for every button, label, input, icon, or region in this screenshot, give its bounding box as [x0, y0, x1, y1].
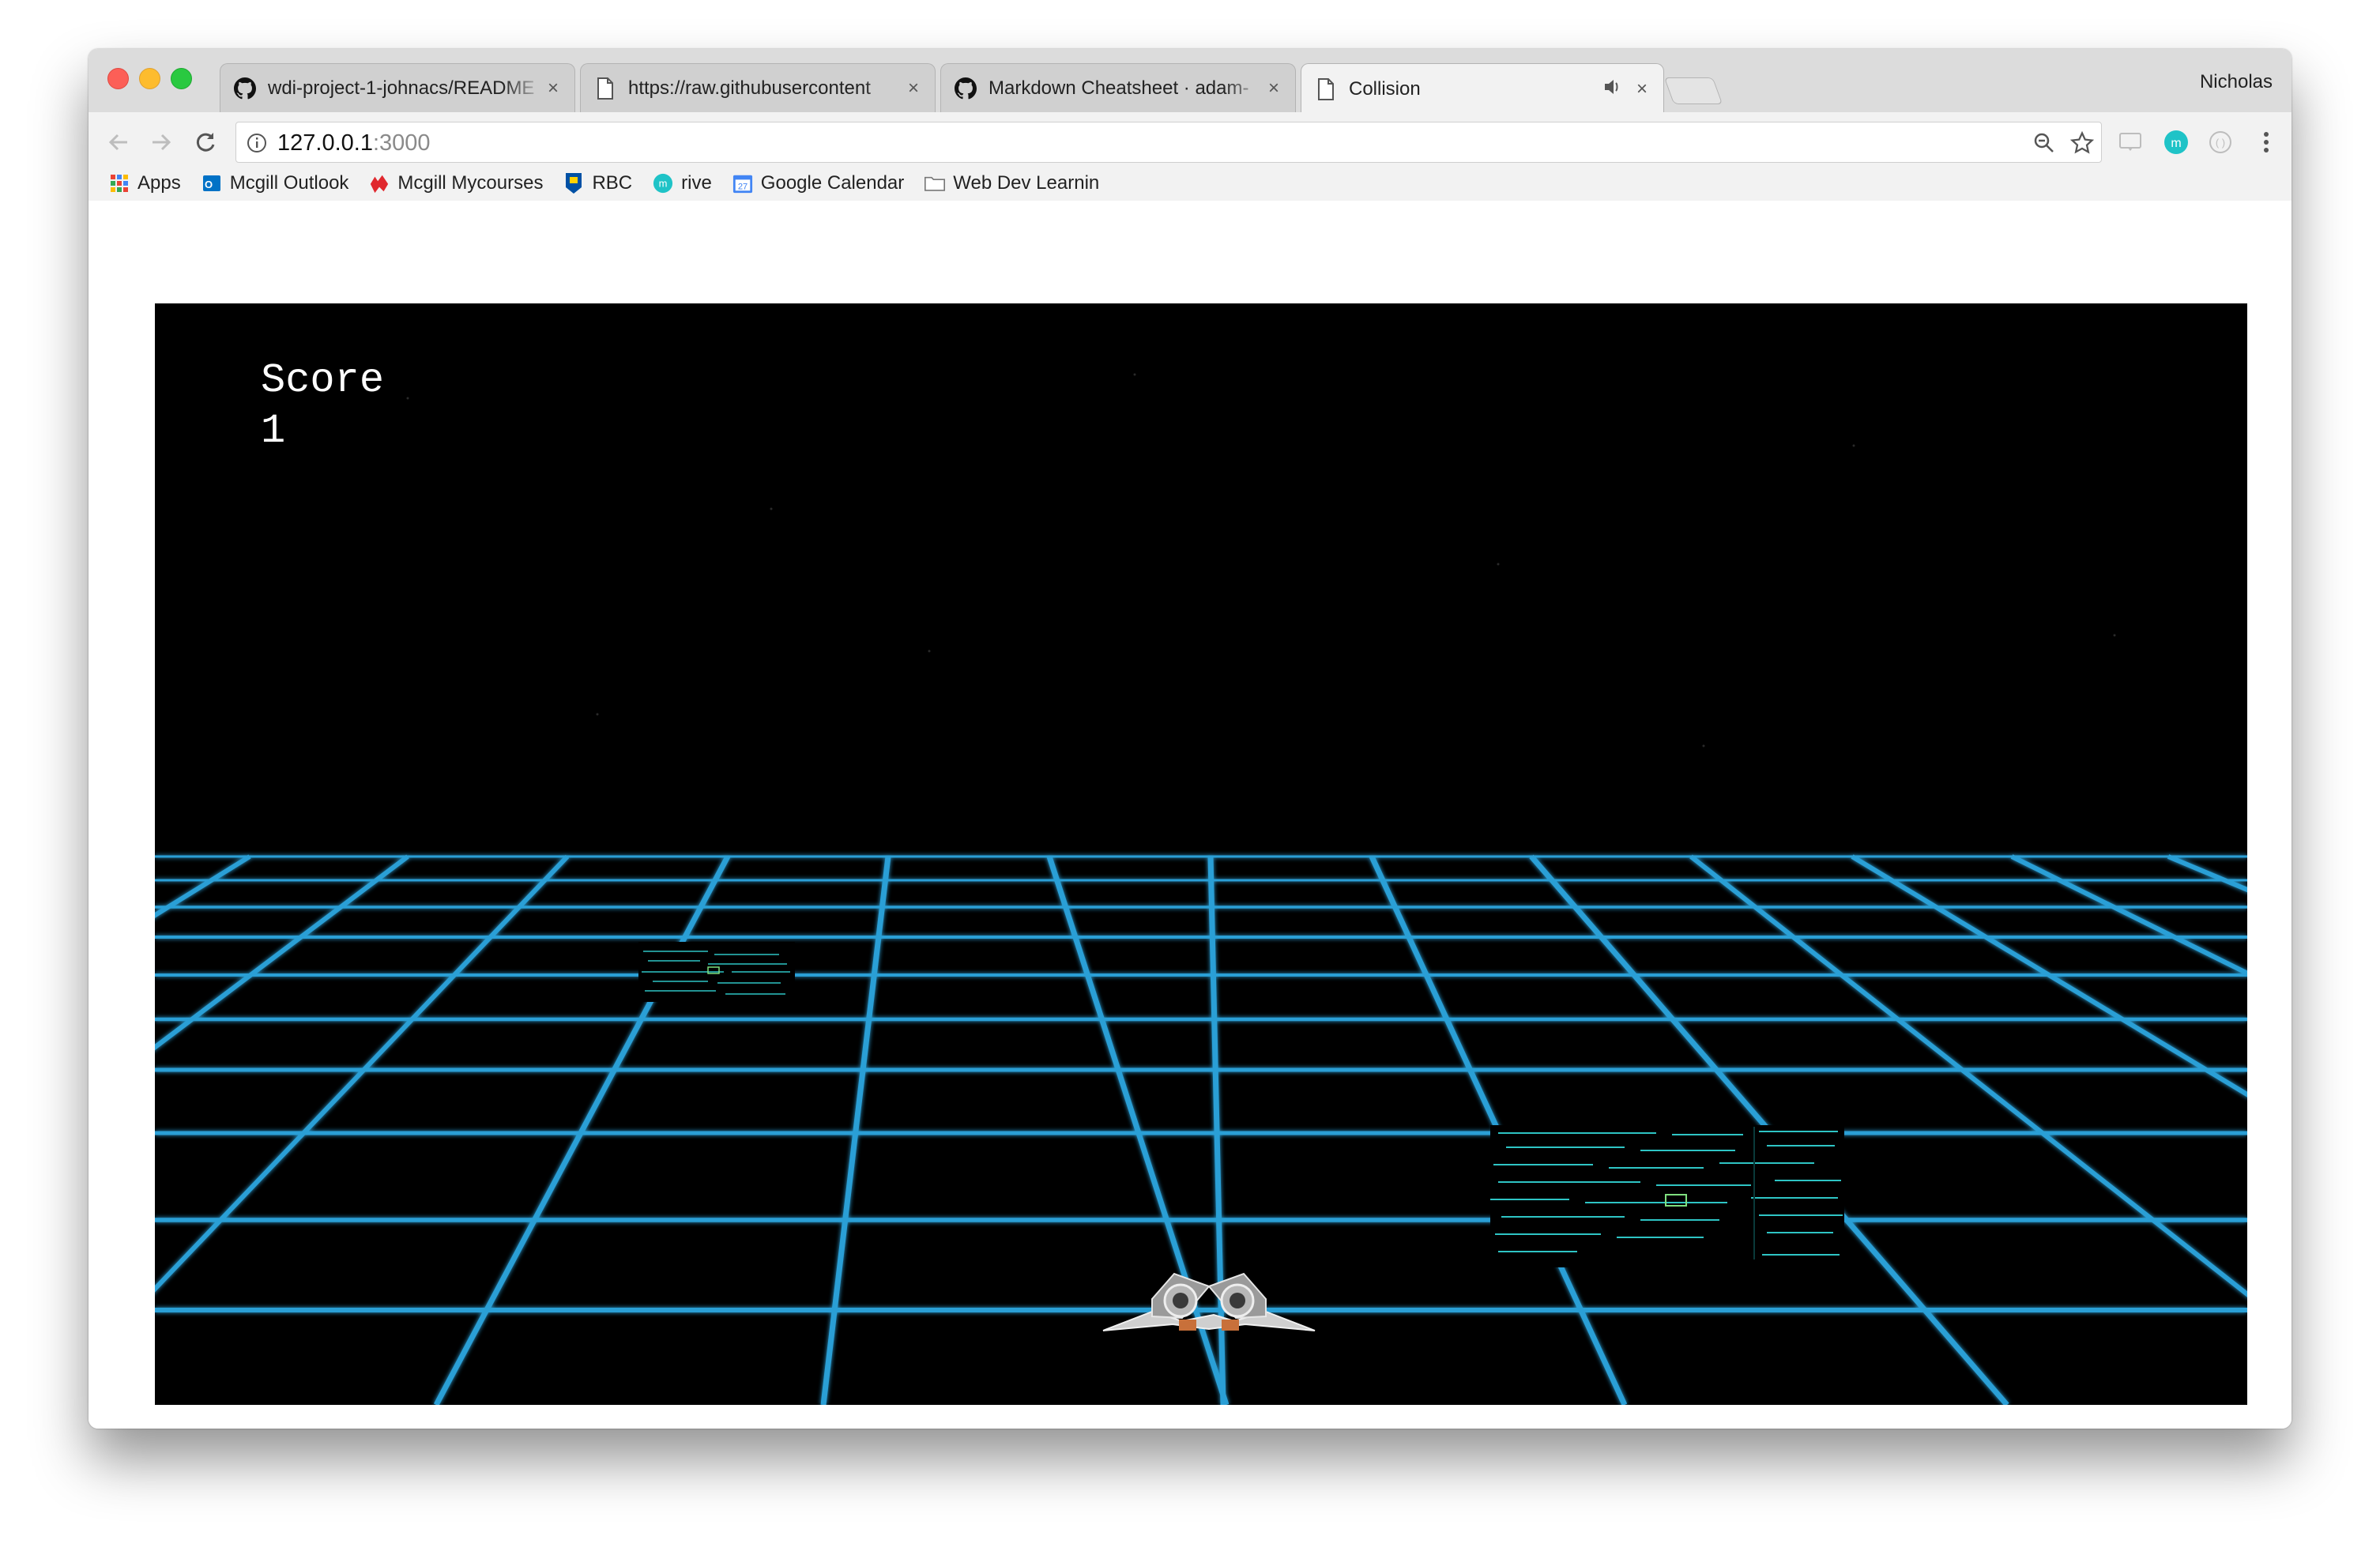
window-close-button[interactable] — [107, 68, 129, 89]
reload-button[interactable] — [190, 126, 221, 158]
game-scene — [155, 303, 2247, 1405]
tab-title: wdi-project-1-johnacs/README — [268, 77, 535, 99]
bookmark-google-calendar[interactable]: 27 Google Calendar — [732, 172, 904, 194]
tab-close-icon[interactable]: × — [1265, 77, 1282, 100]
info-icon[interactable] — [243, 129, 271, 157]
bookmark-mcgill-outlook[interactable]: O Mcgill Outlook — [201, 172, 349, 194]
tab-markdown-cheatsheet[interactable]: Markdown Cheatsheet · adam- × — [940, 63, 1296, 112]
url-port: :3000 — [372, 130, 431, 156]
folder-icon — [925, 173, 946, 194]
bookmark-folder-web-dev[interactable]: Web Dev Learnin — [925, 172, 1099, 194]
github-icon — [233, 77, 257, 100]
mcgill-icon — [369, 173, 390, 194]
bookmark-apps[interactable]: Apps — [109, 172, 181, 194]
svg-text:O: O — [205, 179, 213, 190]
bookmark-label: RBC — [592, 172, 633, 194]
reload-icon — [196, 133, 215, 152]
svg-text:m: m — [659, 178, 668, 190]
bookmark-rbc[interactable]: RBC — [563, 172, 632, 194]
score-value: 1 — [261, 408, 286, 454]
mixmax-extension-icon[interactable]: m — [2160, 126, 2192, 158]
address-bar[interactable]: 127.0.0.1:3000 — [235, 122, 2102, 163]
rive-icon: m — [653, 173, 673, 194]
bookmark-label: rive — [681, 172, 712, 194]
tab-title: Collision — [1349, 77, 1421, 100]
cast-icon[interactable] — [2115, 126, 2146, 158]
tab-title: Markdown Cheatsheet · adam- — [989, 77, 1249, 99]
calendar-icon: 27 — [732, 173, 753, 194]
browser-toolbar: 127.0.0.1:3000 m ( ) Apps O Mcgill Outlo… — [88, 112, 2292, 202]
window-maximize-button[interactable] — [171, 68, 192, 89]
page-icon — [1314, 77, 1338, 101]
profile-name[interactable]: Nicholas — [2200, 71, 2273, 93]
new-tab-button[interactable] — [1663, 77, 1723, 104]
bookmark-label: Apps — [137, 172, 181, 194]
svg-text:m: m — [2171, 137, 2181, 150]
svg-text:( ): ( ) — [2216, 137, 2225, 149]
speaker-icon[interactable] — [1603, 78, 1622, 100]
page-content: Score 1 — [88, 201, 2292, 1429]
score-display: Score 1 — [261, 356, 384, 457]
rbc-icon — [563, 173, 584, 194]
arrow-right-icon — [153, 134, 171, 151]
score-label: Score — [261, 357, 385, 404]
tab-close-icon[interactable]: × — [1633, 78, 1651, 100]
back-button[interactable] — [103, 126, 134, 158]
obstacle-near — [1490, 1125, 1844, 1267]
tab-raw-github[interactable]: https://raw.githubusercontent × — [580, 63, 936, 112]
url-text[interactable]: 127.0.0.1:3000 — [277, 130, 431, 156]
svg-text:27: 27 — [738, 182, 748, 191]
bookmark-rive[interactable]: m rive — [653, 172, 712, 194]
tab-close-icon[interactable]: × — [905, 77, 922, 100]
menu-kebab-icon[interactable] — [2250, 126, 2282, 158]
bookmark-label: Web Dev Learnin — [953, 172, 1100, 194]
outlook-icon: O — [201, 173, 222, 194]
arrow-left-icon — [108, 134, 127, 151]
bookmark-label: Mcgill Mycourses — [397, 172, 544, 194]
tab-title: https://raw.githubusercontent — [628, 77, 871, 99]
tab-readme[interactable]: wdi-project-1-johnacs/README × — [220, 63, 575, 112]
zoom-out-icon[interactable] — [2030, 129, 2058, 157]
bookmark-label: Mcgill Outlook — [229, 172, 349, 194]
bookmarks-bar: Apps O Mcgill Outlook Mcgill Mycourses R… — [109, 168, 1120, 199]
window-minimize-button[interactable] — [139, 68, 160, 89]
page-icon — [593, 77, 617, 100]
url-host: 127.0.0.1 — [277, 130, 373, 156]
game-canvas[interactable]: Score 1 — [155, 303, 2247, 1405]
extension-circle-icon[interactable]: ( ) — [2205, 126, 2236, 158]
bookmark-star-icon[interactable] — [2068, 129, 2096, 157]
forward-button[interactable] — [145, 126, 177, 158]
tab-close-icon[interactable]: × — [544, 77, 562, 100]
browser-window: wdi-project-1-johnacs/README × https://r… — [88, 49, 2292, 1429]
bookmark-mcgill-mycourses[interactable]: Mcgill Mycourses — [369, 172, 543, 194]
obstacle-far — [638, 942, 795, 1002]
tab-collision[interactable]: Collision × — [1301, 63, 1664, 114]
bookmark-label: Google Calendar — [760, 172, 905, 194]
apps-grid-icon — [109, 173, 130, 194]
github-icon — [954, 77, 977, 100]
tab-strip: wdi-project-1-johnacs/README × https://r… — [88, 49, 2292, 114]
